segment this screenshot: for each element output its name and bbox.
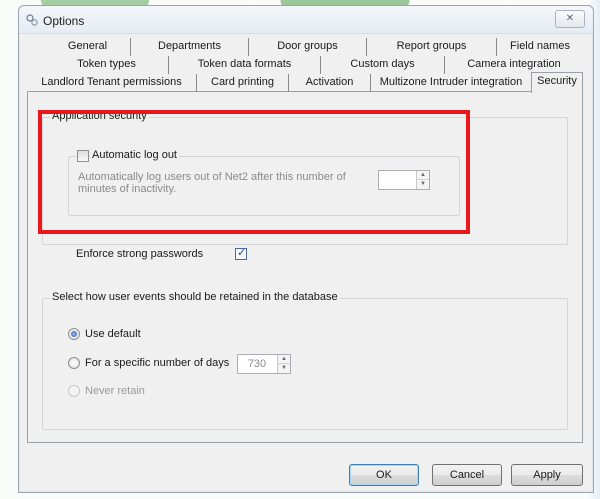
tab-card-printing[interactable]: Card printing xyxy=(197,74,289,92)
close-icon: ✕ xyxy=(565,13,575,24)
title-bar[interactable]: Options ✕ xyxy=(19,6,593,34)
tab-departments[interactable]: Departments xyxy=(131,38,249,56)
tab-row-3: Landlord Tenant permissions Card printin… xyxy=(27,72,583,93)
tab-token-types[interactable]: Token types xyxy=(45,56,169,74)
use-default-label[interactable]: Use default xyxy=(85,328,141,340)
tab-report-groups[interactable]: Report groups xyxy=(367,38,497,56)
options-icon xyxy=(26,14,38,26)
checkmark-icon: ✓ xyxy=(237,247,247,259)
tab-activation[interactable]: Activation xyxy=(289,74,371,92)
spin-down-icon[interactable]: ▼ xyxy=(278,364,290,373)
cancel-button[interactable]: Cancel xyxy=(432,464,502,486)
spinner-arrows: ▲ ▼ xyxy=(277,355,290,373)
apply-button[interactable]: Apply xyxy=(511,464,583,486)
retention-days-value[interactable]: 730 xyxy=(238,355,276,373)
tab-custom-days[interactable]: Custom days xyxy=(321,56,445,74)
tab-row-1: General Departments Door groups Report g… xyxy=(27,38,583,56)
never-retain-label: Never retain xyxy=(85,385,145,397)
retention-days-spinner[interactable]: 730 ▲ ▼ xyxy=(237,354,291,374)
tab-strip: General Departments Door groups Report g… xyxy=(27,38,583,93)
tab-door-groups[interactable]: Door groups xyxy=(249,38,367,56)
ok-button[interactable]: OK xyxy=(349,464,419,486)
tab-field-names[interactable]: Field names xyxy=(497,38,583,56)
tab-multizone-intruder-integration[interactable]: Multizone Intruder integration xyxy=(371,74,531,92)
tab-row-2: Token types Token data formats Custom da… xyxy=(27,56,583,74)
tab-security[interactable]: Security xyxy=(531,72,583,93)
use-default-radio[interactable] xyxy=(68,328,80,340)
window-title: Options xyxy=(43,14,85,28)
specific-days-radio[interactable] xyxy=(68,357,80,369)
tab-landlord-tenant-permissions[interactable]: Landlord Tenant permissions xyxy=(27,74,197,92)
strong-passwords-label: Enforce strong passwords xyxy=(76,248,204,260)
options-dialog: Options ✕ General Departments Door group… xyxy=(18,5,594,493)
highlight-annotation-box xyxy=(38,110,470,234)
tab-general[interactable]: General xyxy=(45,38,131,56)
spin-up-icon[interactable]: ▲ xyxy=(278,355,290,364)
strong-passwords-checkbox[interactable]: ✓ xyxy=(235,247,247,260)
never-retain-radio xyxy=(68,385,80,397)
event-retention-legend: Select how user events should be retaine… xyxy=(50,291,340,303)
close-button[interactable]: ✕ xyxy=(555,10,585,28)
tab-token-data-formats[interactable]: Token data formats xyxy=(169,56,321,74)
specific-days-label[interactable]: For a specific number of days xyxy=(85,357,229,369)
